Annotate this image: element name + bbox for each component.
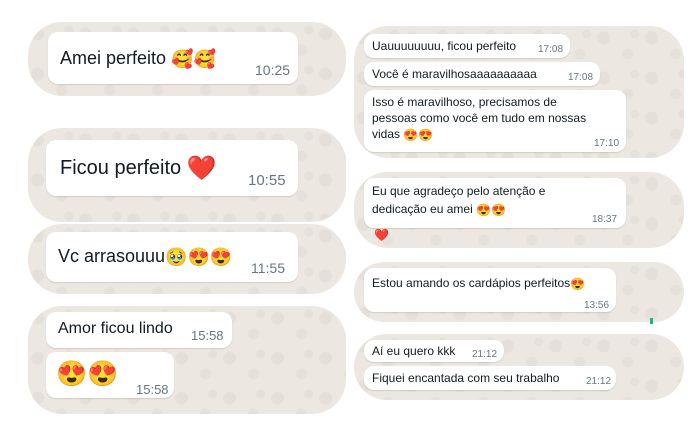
message-bubble[interactable]: Isso é maravilhoso, precisamos de pessoa… (364, 90, 626, 152)
heart-eyes-emoji-icon: 😍😍 (403, 127, 434, 142)
panel-edge-marker (650, 318, 653, 324)
message-text: Uauuuuuuuu, ficou perfeito (372, 39, 517, 53)
message-bubble[interactable]: Amor ficou lindo 15:58 (46, 312, 232, 348)
message-text: dedicação eu amei 😍😍 (372, 202, 506, 217)
message-time: 18:37 (592, 214, 618, 225)
heart-eyes-emoji-icon: 😍 (570, 276, 586, 291)
message-bubble[interactable]: Vc arrasouuu🥹😍😍 11:55 (46, 232, 298, 282)
heart-reaction-icon[interactable]: ❤️ (374, 228, 389, 242)
teary-and-heart-eyes-emoji-icon: 🥹😍😍 (165, 246, 233, 267)
message-text: Eu que agradeço pelo atenção e (372, 184, 546, 198)
message-bubble[interactable]: Amei perfeito 🥰🥰 10:25 (48, 32, 298, 84)
message-time: 11:55 (251, 260, 285, 276)
message-time: 10:25 (255, 62, 291, 78)
heart-eyes-emoji-icon: 😍😍 (476, 202, 506, 217)
message-time: 17:10 (594, 138, 620, 149)
message-bubble[interactable]: Fiquei encantada com seu trabalho 21:12 (364, 366, 616, 390)
message-text: Amor ficou lindo (58, 320, 173, 337)
message-text: vidas 😍😍 (372, 127, 434, 142)
message-text: Isso é maravilhoso, precisamos de (372, 95, 557, 109)
message-text: Aí eu quero kkk (372, 344, 456, 358)
message-text: Ficou perfeito ❤️ (60, 155, 217, 182)
message-text: pessoas como você em tudo em nossas (372, 111, 587, 125)
message-bubble[interactable]: Uauuuuuuuu, ficou perfeito 17:08 (364, 34, 570, 58)
message-bubble[interactable]: Aí eu quero kkk 21:12 (364, 340, 504, 362)
message-time: 21:12 (472, 349, 498, 360)
message-time: 15:58 (136, 382, 169, 397)
message-time: 17:08 (538, 44, 564, 55)
heart-eyes-emoji-icon: 😍😍 (56, 360, 119, 388)
message-bubble[interactable]: Ficou perfeito ❤️ 10:55 (46, 140, 298, 196)
message-bubble[interactable]: Você é maravilhosaaaaaaaaaa 17:08 (364, 62, 600, 86)
message-time: 17:08 (568, 72, 594, 83)
message-text: Você é maravilhosaaaaaaaaaa (372, 67, 537, 81)
message-text: Fiquei encantada com seu trabalho (372, 371, 560, 385)
message-time: 21:12 (586, 376, 612, 387)
message-bubble[interactable]: Estou amando os cardápios perfeitos😍 13:… (364, 268, 616, 312)
message-bubble[interactable]: Eu que agradeço pelo atenção e dedicação… (364, 178, 626, 228)
message-text: Amei perfeito 🥰🥰 (60, 48, 216, 69)
smiling-hearts-emoji-icon: 🥰🥰 (171, 48, 216, 69)
message-text: Vc arrasouuu🥹😍😍 (58, 246, 233, 267)
message-bubble[interactable]: 😍😍 15:58 (46, 352, 174, 398)
message-time: 10:55 (248, 172, 286, 189)
message-time: 15:58 (191, 328, 224, 343)
red-heart-emoji-icon: ❤️ (186, 155, 217, 182)
message-time: 13:56 (584, 300, 610, 311)
message-text: Estou amando os cardápios perfeitos😍 (372, 276, 586, 291)
